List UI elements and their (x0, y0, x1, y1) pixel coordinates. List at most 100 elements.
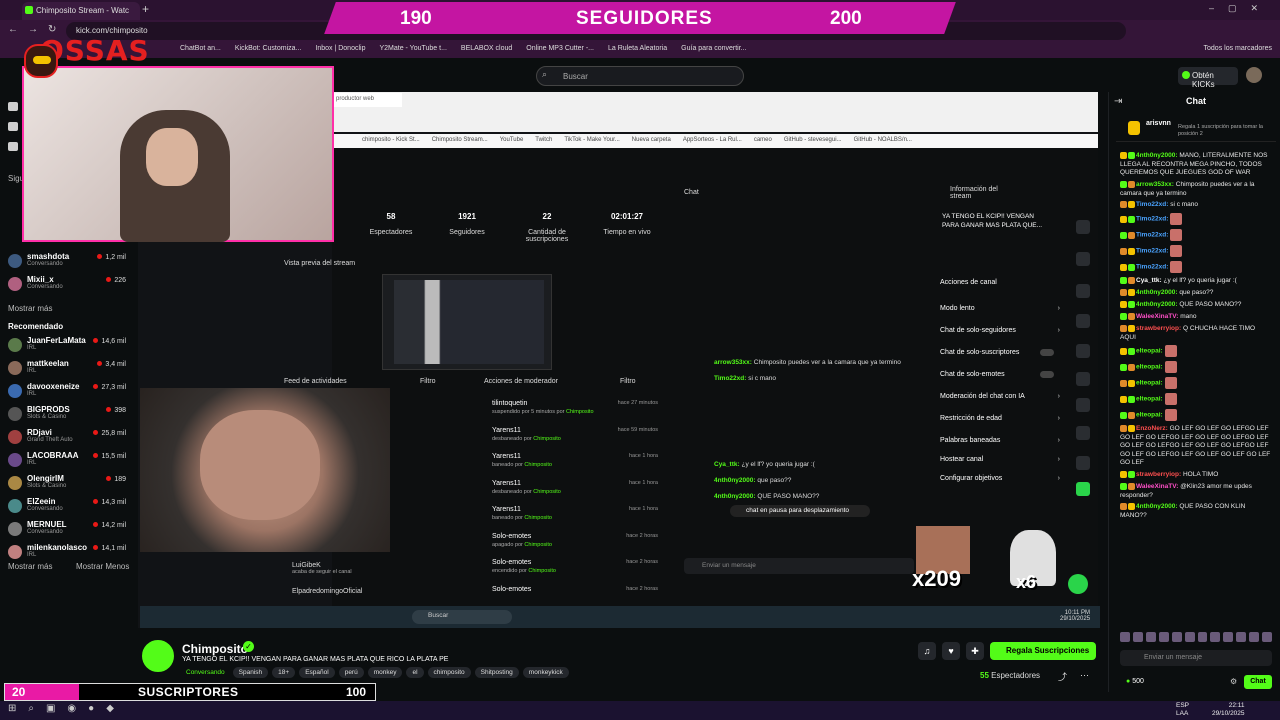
chat-username[interactable]: Timo22xd: (1136, 248, 1168, 255)
chat-send-button[interactable]: Chat (1244, 675, 1272, 689)
chat-username[interactable]: 4nth0ny2000: (1136, 301, 1178, 308)
bookmark-item[interactable]: KickBot: Customiza... (235, 45, 302, 58)
mod-action-row[interactable]: Solo-emotes hace 2 horas (476, 586, 662, 612)
panel-tool-icon[interactable] (1076, 426, 1090, 440)
sidebar-channel[interactable]: mattkeelan IRL 3,4 mil (8, 359, 126, 377)
bookmark-item[interactable]: Guía para convertir... (681, 45, 746, 58)
more-icon[interactable]: ⋯ (1080, 670, 1089, 681)
panel-tool-icon[interactable] (1076, 482, 1090, 496)
channel-action-row[interactable]: Restricción de edad › (940, 415, 1060, 422)
sidebar-channel[interactable]: JuanFerLaMata IRL 14,6 mil (8, 336, 126, 354)
sidebar-channel[interactable]: MERNUEL Conversando 14,2 mil (8, 520, 126, 538)
channel-action-row[interactable]: Chat de solo-emotes (940, 371, 1060, 378)
stream-tag[interactable]: monkey (367, 667, 403, 678)
sidebar-channel[interactable]: milenkanolasco IRL 14,1 mil (8, 543, 126, 561)
emote-bar[interactable] (1120, 632, 1273, 644)
channel-name[interactable]: Chimposito (182, 642, 248, 656)
following-icon[interactable] (8, 142, 18, 151)
panel-tool-icon[interactable] (1076, 314, 1090, 328)
mod-action-row[interactable]: tilintoquetin suspendido por 5 minutos po… (476, 400, 662, 426)
chat-username[interactable]: 4nth0ny2000: (1136, 152, 1178, 159)
sidebar-channel[interactable]: LACOBRAAA IRL 15,5 mil (8, 451, 126, 469)
mod-action-row[interactable]: Solo-emotes apagado por Chimposito hace 2 … (476, 533, 662, 559)
browse-icon[interactable] (8, 122, 18, 131)
kicks-balance[interactable]: ● 500 (1126, 678, 1144, 685)
panel-tool-icon[interactable] (1076, 284, 1090, 298)
sidebar-channel[interactable]: RDjavi Grand Theft Auto 25,8 mil (8, 428, 126, 446)
chat-input[interactable]: Enviar un mensaje (1120, 650, 1272, 666)
panel-tool-icon[interactable] (1076, 456, 1090, 470)
chat-username[interactable]: Cya_ttk: (1136, 277, 1162, 284)
chat-username[interactable]: elteopai: (1136, 364, 1163, 371)
chat-username[interactable]: 4nth0ny2000: (1136, 503, 1178, 510)
mod-action-row[interactable]: Yarens11 desbaneado por Chimposito hace 59… (476, 427, 662, 453)
chat-username[interactable]: arrow353xx: (1136, 181, 1174, 188)
chat-username[interactable]: elteopai: (1136, 412, 1163, 419)
toggle-switch[interactable] (1040, 371, 1054, 378)
channel-action-row[interactable]: Chat de solo-suscriptores (940, 349, 1060, 356)
gift-icon[interactable]: ✚ (966, 642, 984, 660)
sidebar-channel[interactable]: BIGPRODS Slots & Casino 398 (8, 405, 126, 423)
chat-username[interactable]: 4nth0ny2000: (1136, 289, 1178, 296)
chat-username[interactable]: elteopai: (1136, 396, 1163, 403)
chat-username[interactable]: strawberryiop: (1136, 325, 1181, 332)
bookmark-item[interactable]: Inbox | Donoclip (315, 45, 365, 58)
channel-action-row[interactable]: Modo lento › (940, 305, 1060, 312)
gift-subs-button[interactable]: Regala Suscripciones (990, 642, 1096, 660)
panel-tool-icon[interactable] (1076, 252, 1090, 266)
stream-tag[interactable]: Shitposting (474, 667, 519, 678)
toggle-switch[interactable] (1040, 349, 1054, 356)
floating-green-button[interactable] (1068, 574, 1088, 594)
browser-tab[interactable]: Chimposito Stream - Watc (22, 2, 140, 20)
stream-tag[interactable]: perú (338, 667, 364, 678)
chat-username[interactable]: WaleeXinaTV: (1136, 313, 1178, 320)
category-link[interactable]: Conversando (182, 667, 229, 678)
channel-action-row[interactable]: Hostear canal › (940, 456, 1060, 463)
panel-tool-icon[interactable] (1076, 220, 1090, 234)
mod-action-row[interactable]: Yarens11 baneado por Chimposito hace 1 hor… (476, 506, 662, 532)
bookmark-item[interactable]: La Ruleta Aleatoria (608, 45, 667, 58)
chat-username[interactable]: WaleeXinaTV: (1136, 483, 1178, 490)
channel-action-row[interactable]: Moderación del chat con IA › (940, 393, 1060, 400)
show-more-recommended[interactable]: Mostrar más (8, 562, 52, 571)
settings-gear-icon[interactable]: ⚙ (1230, 677, 1237, 686)
all-bookmarks-link[interactable]: Todos los marcadores (1204, 45, 1272, 52)
panel-tool-icon[interactable] (1076, 372, 1090, 386)
collapse-chat-icon[interactable]: ⇥ (1114, 96, 1122, 107)
mod-action-row[interactable]: Yarens11 baneado por Chimposito hace 1 hor… (476, 453, 662, 479)
mod-action-row[interactable]: Solo-emotes encendido por Chimposito hace … (476, 559, 662, 585)
bookmark-item[interactable]: Y2Mate - YouTube t... (379, 45, 446, 58)
channel-avatar[interactable] (142, 640, 174, 672)
panel-tool-icon[interactable] (1076, 398, 1090, 412)
sidebar-channel[interactable]: smashdota Conversando 1,2 mil (8, 252, 126, 270)
chat-paused-notice[interactable]: chat en pausa para desplazamiento (730, 505, 870, 517)
chat-username[interactable]: elteopai: (1136, 380, 1163, 387)
taskbar-icons[interactable]: ⊞⌕▣◉●◆ (8, 703, 126, 714)
show-more-following[interactable]: Mostrar más (8, 304, 52, 313)
search-input[interactable]: Buscar (536, 66, 744, 86)
window-controls[interactable]: –▢✕ (1209, 3, 1272, 14)
channel-action-row[interactable]: Configurar objetivos › (940, 475, 1060, 482)
sidebar-channel[interactable]: davooxeneize IRL 27,3 mil (8, 382, 126, 400)
chat-username[interactable]: Timo22xd: (1136, 264, 1168, 271)
bookmark-item[interactable]: ChatBot an... (180, 45, 221, 58)
stream-tag[interactable]: 18+ (272, 667, 296, 678)
stream-tag[interactable]: Español (299, 667, 335, 678)
stream-tag[interactable]: monkeykick (522, 667, 569, 678)
bell-icon[interactable]: ♫ (918, 642, 936, 660)
chat-username[interactable]: strawberryiop: (1136, 471, 1181, 478)
stream-tag[interactable]: chimposito (427, 667, 471, 678)
stream-tag[interactable]: Spanish (232, 667, 269, 678)
stream-tag[interactable]: el (406, 667, 424, 678)
chat-username[interactable]: Timo22xd: (1136, 201, 1168, 208)
channel-action-row[interactable]: Chat de solo-seguidores › (940, 327, 1060, 334)
chat-username[interactable]: Timo22xd: (1136, 232, 1168, 239)
bookmark-item[interactable]: Online MP3 Cutter -... (526, 45, 594, 58)
bookmark-item[interactable]: BELABOX cloud (461, 45, 512, 58)
sidebar-channel[interactable]: Mixii_x Conversando 226 (8, 275, 126, 293)
user-avatar[interactable] (1246, 67, 1262, 83)
sidebar-channel[interactable]: OlengirIM Slots & Casino 189 (8, 474, 126, 492)
heart-icon[interactable]: ♥ (942, 642, 960, 660)
mod-action-row[interactable]: Yarens11 desbaneado por Chimposito hace 1 … (476, 480, 662, 506)
sidebar-channel[interactable]: ElZeein Conversando 14,3 mil (8, 497, 126, 515)
